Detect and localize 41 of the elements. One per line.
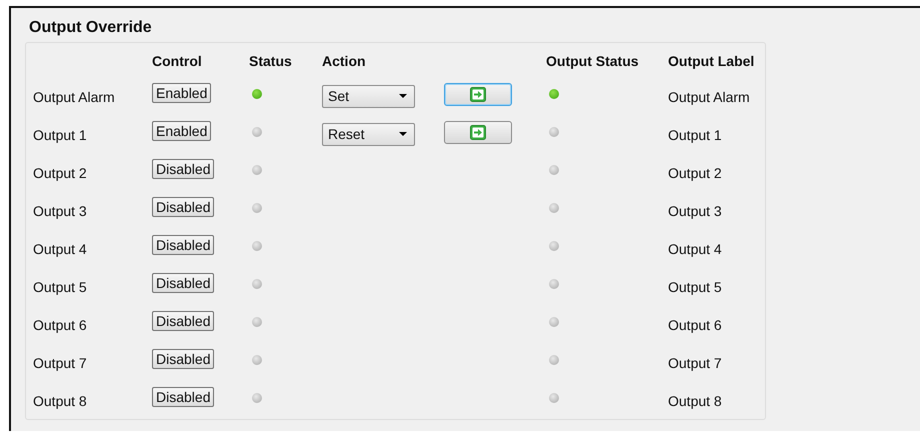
- control-button[interactable]: Enabled: [152, 121, 212, 141]
- action-dropdown[interactable]: Reset: [322, 122, 415, 146]
- control-button[interactable]: Disabled: [152, 159, 214, 179]
- output-label: Output 8: [668, 392, 722, 409]
- output-label: Output 6: [668, 316, 722, 333]
- output-name: Output 7: [33, 354, 87, 371]
- caret-icon: [399, 132, 407, 136]
- output-label: Output 2: [668, 164, 722, 181]
- control-button[interactable]: Disabled: [152, 273, 214, 293]
- apply-button[interactable]: [444, 83, 512, 106]
- action-dropdown[interactable]: Set: [322, 84, 415, 108]
- output-name: Output 4: [33, 240, 87, 257]
- control-button[interactable]: Enabled: [152, 83, 212, 103]
- column-header: Status: [249, 52, 293, 69]
- output-label: Output Alarm: [668, 88, 750, 105]
- output-label: Output 4: [668, 240, 722, 257]
- output-name: Output 6: [33, 316, 87, 333]
- control-button[interactable]: Disabled: [152, 235, 214, 255]
- output-label: Output 5: [668, 278, 722, 295]
- column-header: Control: [152, 52, 203, 69]
- arrow-icon: [470, 87, 486, 102]
- output-name: Output 1: [33, 126, 87, 143]
- output-label: Output 7: [668, 354, 722, 371]
- control-button[interactable]: Disabled: [152, 387, 214, 407]
- column-header: Action: [322, 52, 367, 69]
- output-name: Output 8: [33, 392, 87, 409]
- section-title: Output Override: [28, 18, 153, 38]
- control-button[interactable]: Disabled: [152, 311, 214, 331]
- arrow-icon: [470, 125, 486, 140]
- output-name: Output 2: [33, 164, 87, 181]
- control-button[interactable]: Disabled: [152, 349, 214, 369]
- output-name: Output Alarm: [33, 88, 115, 105]
- apply-button[interactable]: [444, 121, 512, 144]
- output-name: Output 3: [33, 202, 87, 219]
- column-header: Output Status: [546, 52, 640, 69]
- output-label: Output 1: [668, 126, 722, 143]
- caret-icon: [399, 94, 407, 98]
- control-button[interactable]: Disabled: [152, 197, 214, 217]
- column-header: Output Label: [668, 52, 756, 69]
- output-name: Output 5: [33, 278, 87, 295]
- output-label: Output 3: [668, 202, 722, 219]
